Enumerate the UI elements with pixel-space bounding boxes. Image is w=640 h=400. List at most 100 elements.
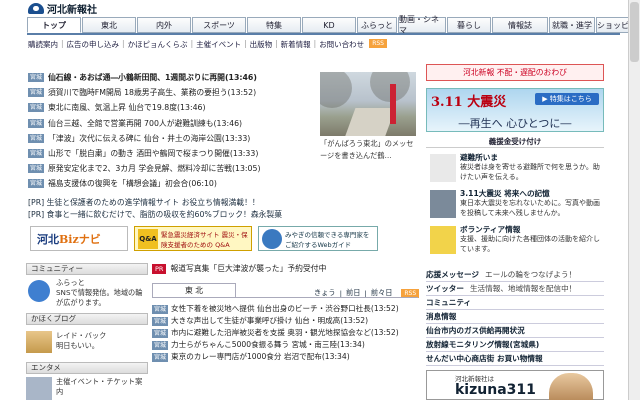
subnav-separator: | [244, 39, 247, 48]
tohoku-news-item[interactable]: 宮城 女性下着を被災地へ提供 仙台出身のビーチ・渋谷野口社長(13:52) [152, 303, 418, 315]
subnav-link[interactable]: お問い合わせ [319, 39, 364, 50]
miyagi-banner-text: みやぎの信頼できる専門家をご紹介するWebガイド [285, 230, 370, 249]
photo-book-promo[interactable]: PR 報道写真集「巨大津波が襲った」予約受付中 [152, 263, 326, 274]
sidebar-link-title[interactable]: 消息情報 [426, 312, 456, 321]
sidebar-link-title[interactable]: 仙台市内のガス供給再開状況 [426, 326, 525, 335]
biz-navi-banner[interactable]: 河北Bizナビ [30, 226, 128, 251]
news-headline[interactable]: 「津波」次代に伝える碑に 仙台・井土の海岸公園(13:33) [48, 133, 250, 144]
kizuna-banner[interactable]: 河北新報社は kizuna311 [426, 370, 604, 400]
sidebar-link[interactable]: ツイッター 生活情報、地域情報を配信中！ [426, 282, 604, 296]
subnav-link[interactable]: 出版物 [250, 39, 273, 50]
news-item[interactable]: 宮城 原発安定化まで2、3カ月 学会見解、燃料冷却に苦戦(13:05) [28, 161, 314, 176]
nav-tab[interactable]: 動画・シネマ [398, 15, 446, 35]
rss-badge[interactable]: RSS [369, 39, 387, 48]
region-tag: 宮城 [152, 353, 169, 362]
news-headline[interactable]: 女性下着を被災地へ提供 仙台出身のビーチ・渋谷野口社長(13:52) [171, 304, 399, 313]
vertical-scrollbar[interactable] [628, 0, 640, 400]
nav-underline [27, 33, 620, 35]
sidebar-link[interactable]: コミュニティ [426, 296, 604, 310]
news-headline[interactable]: 原発安定化まで2、3カ月 学会見解、燃料冷却に苦戦(13:05) [48, 163, 260, 174]
subnav-link[interactable]: 新着情報 [281, 39, 311, 50]
donation-link[interactable]: 義援金受け付け [426, 136, 604, 148]
news-headline[interactable]: 東北に南風、気温上昇 仙台で19.8度(13:46) [48, 102, 206, 113]
news-item[interactable]: 宮城 山形で「脱自粛」の動き 酒田や鶴岡で桜まつり開催(13:33) [28, 146, 314, 161]
news-headline[interactable]: 山形で「脱自粛」の動き 酒田や鶴岡で桜まつり開催(13:33) [48, 148, 258, 159]
news-headline[interactable]: 東京のカレー専門店が1000食分 岩沼で配布(13:34) [171, 352, 350, 361]
nav-tab[interactable]: スポーツ [192, 17, 246, 33]
tab-tohoku[interactable]: 東 北 [152, 283, 236, 297]
tohoku-news-item[interactable]: 宮城 市内に避難した沿岸被災者を支援 奥羽・観光地探協会など(13:52) [152, 327, 418, 339]
earthquake-banner[interactable]: 3.11 大震災 ▶ 特集はこちら ―再生へ 心ひとつに― [426, 88, 604, 132]
tohoku-news-item[interactable]: 宮城 力士らがちゃんこ5000食振る舞う 宮城・南三陸(13:34) [152, 339, 418, 351]
nav-tab[interactable]: トップ [27, 17, 81, 33]
blog-heading: かほくブログ [26, 313, 148, 325]
sidebar-link-title[interactable]: ツイッター [426, 284, 464, 293]
tohoku-news-item[interactable]: 宮城 大きな声出して生徒が事業呼び掛け 仙台・明成高(13:52) [152, 315, 418, 327]
pr-link[interactable]: [PR] 生徒と保護者のための進学情報サイト お役立ち情報満載！！ [28, 197, 282, 209]
sidebar-link-title[interactable]: 放射線モニタリング情報(宮城県) [426, 340, 539, 349]
subnav-link[interactable]: 主催イベント [196, 39, 241, 50]
news-item[interactable]: 宮城 仙石線・あおば通―小鶴新田間、1週間ぶりに再開(13:46) [28, 70, 314, 85]
sidebar-link[interactable]: 放射線モニタリング情報(宮城県) [426, 338, 604, 352]
community-name[interactable]: ふらっと [56, 278, 146, 288]
community-box[interactable]: ふらっと SNSで情報発信。地域の輪が広がります。 [26, 278, 148, 308]
delivery-apology-link[interactable]: 河北新報 不配・遅配のおわび [426, 64, 604, 81]
top-header: 河北新報社 [0, 0, 640, 16]
feature-desc: 東日本大震災を忘れないために。写真や動画を投稿して未来へ残しませんか。 [460, 199, 600, 217]
sidebar-link-title[interactable]: コミュニティ [426, 298, 471, 307]
news-item[interactable]: 宮城 仙台三越、全館で営業再開 700人が避難訓練も(13:46) [28, 116, 314, 131]
entame-box[interactable]: 主催イベント・チケット案内 [26, 377, 148, 400]
subnav-separator: | [313, 39, 317, 48]
nav-tab[interactable]: 情報誌 [492, 17, 548, 33]
news-item[interactable]: 宮城 須賀川で臨時FM開局 18歳男子高生、業務の要担う(13:52) [28, 85, 314, 100]
sidebar-link-title[interactable]: 応援メッセージ [426, 270, 479, 279]
news-headline[interactable]: 市内に避難した沿岸被災者を支援 奥羽・観光地探協会など(13:52) [171, 328, 399, 337]
news-item[interactable]: 宮城 「津波」次代に伝える碑に 仙台・井土の海岸公園(13:33) [28, 131, 314, 146]
region-tag: 宮城 [152, 305, 169, 314]
feature-item[interactable]: 3.11大震災 将来への記憶 東日本大震災を忘れないために。写真や動画を投稿して未… [426, 188, 604, 222]
nav-tab[interactable]: KD [302, 17, 356, 33]
blog-name[interactable]: レイド・バック [56, 331, 146, 341]
subnav-separator: | [122, 39, 125, 48]
miyagi-expert-banner[interactable]: みやぎの信頼できる専門家をご紹介するWebガイド [258, 226, 378, 251]
feature-item[interactable]: ボランティア情報 支援、援助に向けた各種団体の活動を紹介しています。 [426, 224, 604, 258]
blog-box[interactable]: レイド・バック 明日もいい。 [26, 331, 148, 357]
news-headline[interactable]: 福島支援体の復興を「構想会議」初会合(06:10) [48, 178, 217, 189]
news-item[interactable]: 宮城 福島支援体の復興を「構想会議」初会合(06:10) [28, 176, 314, 191]
subnav-link[interactable]: 購読案内 [28, 39, 58, 50]
news-headline[interactable]: 須賀川で臨時FM開局 18歳男子高生、業務の要担う(13:52) [48, 87, 256, 98]
tab-underline [152, 297, 418, 298]
photo-caption[interactable]: 「がんばろう東北」のメッセージを書き込んだ鶴… [320, 138, 416, 162]
site-logo[interactable]: 河北新報社 [28, 1, 97, 16]
earthquake-slogan: ―再生へ 心ひとつに― [458, 117, 572, 130]
news-headline[interactable]: 仙石線・あおば通―小鶴新田間、1週間ぶりに再開(13:46) [48, 72, 257, 83]
sidebar-link[interactable]: 仙台市内のガス供給再開状況 [426, 324, 604, 338]
nav-tab[interactable]: 内外 [137, 17, 191, 33]
expert-guide-icon [262, 228, 282, 249]
news-headline[interactable]: 大きな声出して生徒が事業呼び掛け 仙台・明成高(13:52) [171, 316, 368, 325]
sidebar-link[interactable]: 消息情報 [426, 310, 604, 324]
news-headline[interactable]: 力士らがちゃんこ5000食振る舞う 宮城・南三陸(13:34) [171, 340, 365, 349]
region-tag: 宮城 [28, 88, 45, 98]
sidebar-link-title[interactable]: せんだい中心商店街 お買い物情報 [426, 354, 543, 363]
entame-desc[interactable]: 主催イベント・チケット案内 [56, 377, 146, 397]
nav-tab[interactable]: ふらっと [357, 17, 397, 33]
nav-tab[interactable]: 就職・進学 [549, 17, 595, 33]
news-headline[interactable]: 仙台三越、全館で営業再開 700人が避難訓練も(13:46) [48, 118, 242, 129]
nav-tab[interactable]: 特集 [247, 17, 301, 33]
tohoku-news-item[interactable]: 宮城 東京のカレー専門店が1000食分 岩沼で配布(13:34) [152, 351, 418, 363]
sidebar-link[interactable]: せんだい中心商店街 お買い物情報 [426, 352, 604, 366]
subnav-link[interactable]: 広告の申し込み [67, 39, 120, 50]
news-photo[interactable] [320, 72, 416, 136]
qa-banner[interactable]: Q&A 緊急震災経済サイト 震災・保険支援者のための Q&A [134, 226, 252, 251]
sub-nav: 購読案内 | 広告の申し込み | かほピョんくらぶ | 主催イベント | 出版物 | 新着情報 | お問… [28, 39, 387, 50]
news-item[interactable]: 宮城 東北に南風、気温上昇 仙台で19.8度(13:46) [28, 100, 314, 115]
sidebar-link[interactable]: 応援メッセージ エールの輪をつなげよう！ [426, 268, 604, 282]
special-feature-button[interactable]: ▶ 特集はこちら [535, 93, 599, 105]
nav-tab[interactable]: 東北 [82, 17, 136, 33]
scrollbar-thumb[interactable] [630, 2, 639, 62]
feature-item[interactable]: 避難所いま 被災者は身を寄せる避難所で何を思うか。助けたい声を伝える。 [426, 152, 604, 186]
nav-tab[interactable]: 暮らし [447, 17, 491, 33]
subnav-link[interactable]: かほピョんくらぶ [128, 39, 188, 50]
pr-link[interactable]: [PR] 食事と一緒に飲むだけで、脂肪の吸収を約60%ブロック！森永製菓 [28, 209, 282, 221]
